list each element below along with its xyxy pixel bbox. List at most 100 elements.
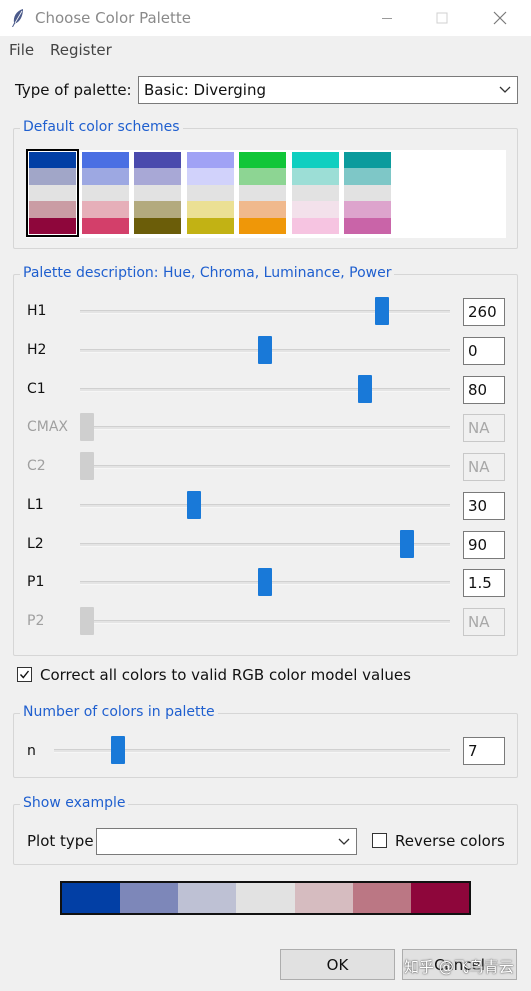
p1-value-field[interactable]: 1.5	[463, 569, 505, 598]
scheme-color-chip	[81, 217, 129, 234]
chevron-down-icon	[338, 838, 350, 845]
scheme-color-chip	[344, 152, 391, 169]
scheme-color-chip	[29, 184, 76, 202]
palette-type-label: Type of palette:	[15, 81, 132, 99]
color-scheme-swatch[interactable]	[239, 152, 286, 234]
h1-label: H1	[27, 303, 47, 319]
scheme-color-chip	[134, 217, 181, 234]
h1-slider-track[interactable]	[80, 310, 450, 314]
p1-slider-thumb[interactable]	[258, 568, 272, 597]
window-title: Choose Color Palette	[35, 9, 192, 27]
result-color-cell	[410, 883, 469, 913]
scheme-color-chip	[239, 168, 286, 185]
scheme-color-chip	[344, 217, 391, 234]
p1-label: P1	[27, 574, 45, 591]
palette-description-title: Palette description: Hue, Chroma, Lumina…	[20, 265, 395, 281]
scheme-color-chip	[239, 201, 286, 218]
scheme-color-chip	[344, 201, 391, 218]
h2-slider-thumb[interactable]	[258, 335, 272, 364]
ok-button[interactable]: OK	[280, 949, 395, 980]
ok-button-label: OK	[326, 955, 349, 974]
maximize-icon	[436, 12, 448, 24]
color-scheme-swatch[interactable]	[344, 152, 391, 234]
scheme-color-chip	[81, 201, 129, 218]
scheme-color-chip	[81, 168, 129, 185]
feather-quill-icon	[12, 9, 23, 27]
plot-type-select[interactable]	[96, 828, 357, 855]
l1-value-field[interactable]: 30	[463, 491, 505, 520]
cmax-slider-track	[80, 426, 450, 431]
scheme-color-chip	[291, 168, 339, 185]
l1-slider-thumb[interactable]	[186, 490, 201, 519]
color-scheme-swatch[interactable]	[81, 152, 129, 234]
l2-slider-thumb[interactable]	[400, 529, 415, 558]
scheme-color-chip	[29, 152, 76, 169]
c1-slider-thumb[interactable]	[357, 374, 372, 403]
scheme-color-chip	[291, 217, 339, 234]
correct-colors-checkbox[interactable]	[17, 667, 32, 682]
c1-label: C1	[27, 380, 46, 397]
scheme-color-chip	[81, 184, 129, 202]
result-color-cell	[120, 883, 179, 913]
c2-slider-thumb	[80, 452, 94, 480]
close-button[interactable]	[478, 0, 522, 36]
correct-colors-label: Correct all colors to valid RGB color mo…	[40, 666, 411, 684]
num-colors-group	[13, 713, 518, 778]
scheme-color-chip	[186, 168, 234, 185]
result-palette-bar	[60, 881, 471, 915]
n-slider-thumb[interactable]	[111, 736, 126, 764]
reverse-colors-checkbox[interactable]	[372, 833, 387, 848]
n-value-field[interactable]: 7	[463, 737, 505, 765]
title-bar: Choose Color Palette	[0, 0, 531, 36]
scheme-color-chip	[186, 201, 234, 218]
chevron-down-icon	[499, 86, 511, 93]
scheme-color-chip	[29, 217, 76, 234]
color-scheme-swatch[interactable]	[26, 149, 79, 237]
scheme-color-chip	[291, 201, 339, 218]
minimize-icon	[382, 18, 392, 19]
maximize-button[interactable]	[420, 0, 464, 36]
default-schemes-title: Default color schemes	[20, 119, 183, 135]
scheme-color-chip	[186, 152, 234, 169]
p2-slider-track	[80, 620, 450, 624]
c2-label: C2	[27, 458, 46, 474]
l2-slider-track[interactable]	[80, 542, 450, 547]
scheme-color-chip	[186, 217, 234, 234]
menu-file[interactable]: File	[9, 41, 34, 59]
l2-value-field[interactable]: 90	[463, 530, 505, 559]
scheme-color-chip	[29, 201, 76, 218]
result-color-cell	[236, 883, 295, 913]
plot-type-label: Plot type	[27, 832, 94, 850]
scheme-color-chip	[134, 184, 181, 202]
cmax-value-field: NA	[463, 414, 505, 443]
menu-register[interactable]: Register	[50, 41, 112, 59]
color-scheme-swatch[interactable]	[291, 152, 339, 234]
c2-value-field: NA	[463, 453, 505, 481]
c1-value-field[interactable]: 80	[463, 375, 505, 404]
palette-type-select[interactable]: Basic: Diverging	[138, 76, 518, 104]
h1-slider-thumb[interactable]	[375, 297, 390, 325]
scheme-color-chip	[81, 152, 129, 169]
l2-label: L2	[27, 535, 44, 552]
h2-label: H2	[27, 341, 47, 358]
scheme-color-chip	[29, 168, 76, 185]
h2-value-field[interactable]: 0	[463, 336, 505, 365]
minimize-button[interactable]	[365, 0, 409, 36]
c2-slider-track	[80, 465, 450, 469]
scheme-color-chip	[344, 168, 391, 185]
scheme-color-chip	[186, 184, 234, 202]
checkmark-icon	[19, 670, 30, 679]
watermark: 知乎 @飞鸟青云	[404, 958, 514, 976]
color-scheme-swatch[interactable]	[134, 152, 181, 234]
h1-value-field[interactable]: 260	[463, 298, 505, 326]
scheme-color-chip	[134, 152, 181, 169]
num-colors-title: Number of colors in palette	[20, 704, 218, 720]
p2-value-field: NA	[463, 608, 505, 636]
color-scheme-swatch[interactable]	[186, 152, 234, 234]
c1-slider-track[interactable]	[80, 387, 450, 392]
scheme-color-chip	[239, 217, 286, 234]
scheme-color-chip	[134, 168, 181, 185]
result-color-cell	[62, 883, 121, 913]
n-value: 7	[468, 742, 478, 760]
l1-slider-track[interactable]	[80, 503, 450, 508]
